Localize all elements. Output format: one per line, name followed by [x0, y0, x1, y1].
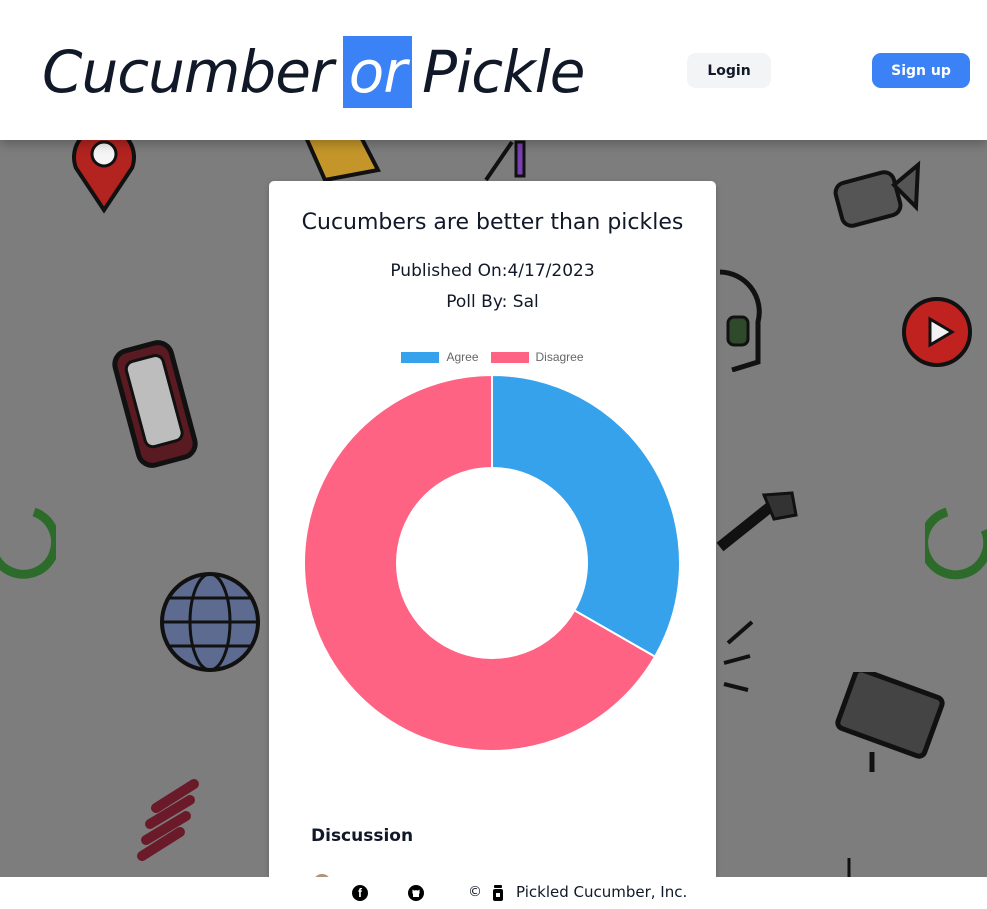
top-navbar: Cucumber or Pickle Login Sign up: [0, 0, 987, 140]
refresh-right-icon: [925, 507, 987, 580]
pencil-icon: [484, 140, 526, 182]
sparkle-lines-icon: [723, 620, 754, 692]
logo-word-or: or: [342, 36, 413, 108]
login-button[interactable]: Login: [687, 53, 771, 88]
legend-item-disagree[interactable]: Disagree: [490, 350, 584, 364]
facebook-icon[interactable]: f: [352, 885, 368, 901]
company-name: Pickled Cucumber, Inc.: [516, 883, 688, 901]
smartphone-icon: [112, 340, 198, 468]
github-icon[interactable]: [408, 885, 424, 901]
legend-swatch-disagree: [490, 351, 529, 363]
refresh-left-icon: [0, 507, 56, 579]
signup-button[interactable]: Sign up: [872, 53, 970, 88]
wrench-icon: [716, 491, 798, 552]
poll-card: Cucumbers are better than pickles Publis…: [269, 181, 716, 892]
legend-item-agree[interactable]: Agree: [401, 350, 479, 364]
footer: f © Pickled Cucumber, Inc.: [0, 877, 987, 909]
play-button-icon: [902, 297, 972, 367]
published-date: Published On:4/17/2023: [390, 261, 595, 281]
globe-icon: [160, 572, 260, 672]
poll-title: Cucumbers are better than pickles: [301, 210, 684, 235]
map-pin-icon: [72, 140, 136, 214]
chart-legend: Agree Disagree: [269, 350, 716, 364]
legend-label-disagree: Disagree: [535, 350, 584, 364]
discussion-heading: Discussion: [311, 826, 414, 846]
video-camera-icon: [833, 160, 921, 228]
copyright-symbol: ©: [468, 884, 482, 900]
legend-swatch-agree: [401, 351, 440, 363]
envelope-icon: [305, 140, 382, 183]
jar-icon: [493, 885, 503, 901]
site-logo[interactable]: Cucumber or Pickle: [42, 36, 585, 108]
legend-label-agree: Agree: [446, 350, 479, 364]
logo-word-cucumber: Cucumber: [42, 38, 334, 106]
monitor-icon: [835, 672, 945, 772]
poll-author: Poll By: Sal: [446, 292, 539, 312]
stripes-icon: [137, 779, 199, 861]
doughnut-slice-agree[interactable]: [491, 374, 681, 659]
logo-word-pickle: Pickle: [422, 38, 585, 106]
headset-icon: [719, 269, 762, 372]
doughnut-chart[interactable]: [303, 374, 683, 754]
